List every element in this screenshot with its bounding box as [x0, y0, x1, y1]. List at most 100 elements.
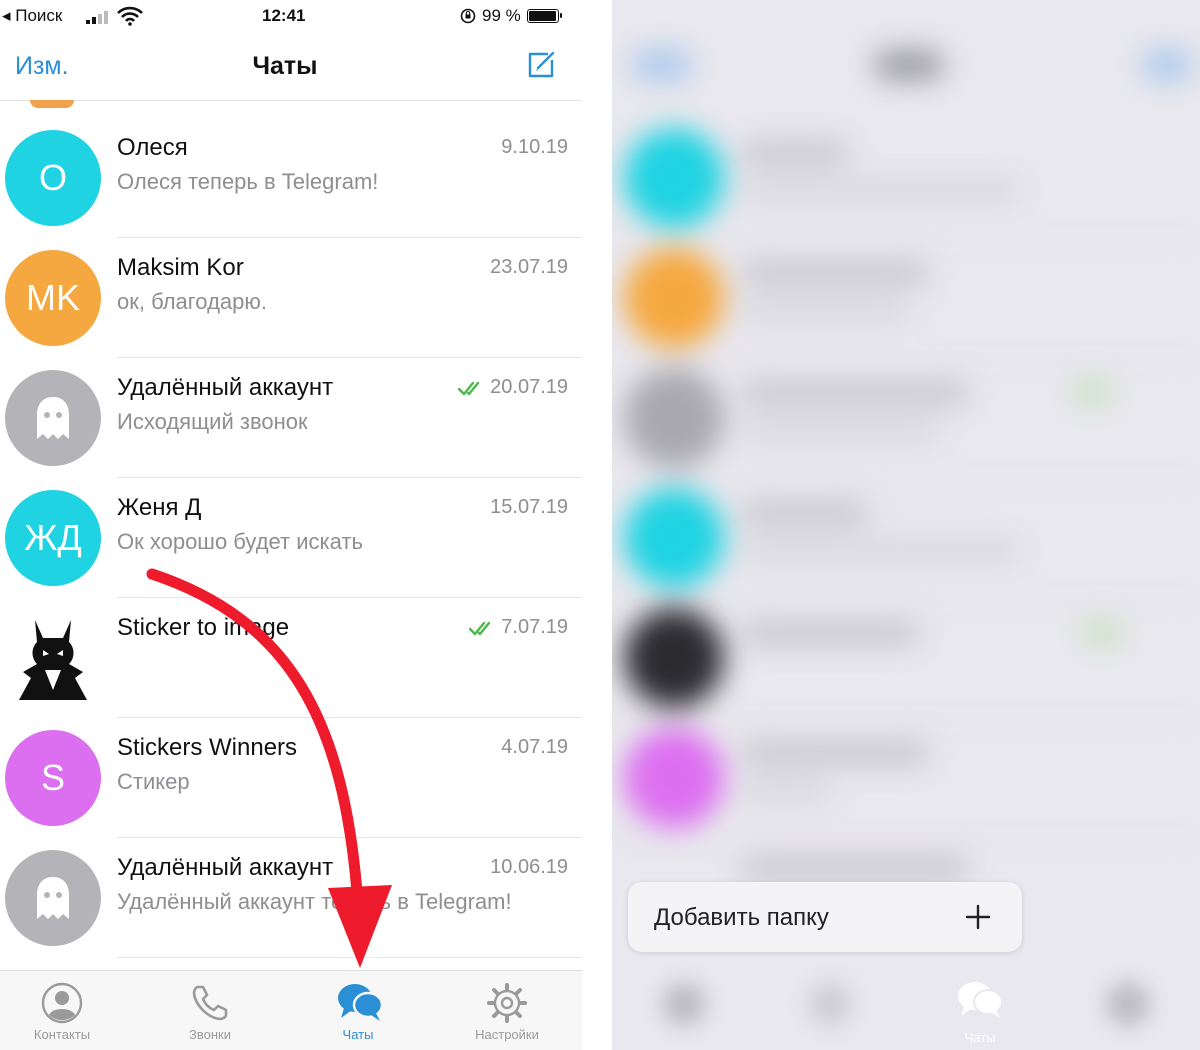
- blurred-separator: [612, 358, 1200, 360]
- blurred-separator: [612, 478, 1200, 480]
- blurred-compose: [1142, 50, 1192, 80]
- blurred-name: [740, 740, 930, 766]
- add-folder-menu[interactable]: Добавить папку: [628, 882, 1022, 952]
- status-right: 99 %: [460, 6, 562, 26]
- chat-bubbles-icon: [336, 981, 384, 1025]
- chat-name: Maksim Kor: [117, 254, 244, 281]
- battery-icon: [526, 9, 562, 23]
- chat-row[interactable]: S Stickers Winners Стикер 4.07.19: [0, 718, 582, 838]
- battery-fill: [528, 11, 557, 21]
- navigation-bar: Изм. Чаты: [0, 34, 582, 101]
- blurred-name: [740, 620, 920, 646]
- chat-preview: Исходящий звонок: [117, 409, 308, 434]
- tab-label: Чаты: [342, 1027, 374, 1042]
- page-title: Чаты: [252, 52, 318, 80]
- panel-divider: [582, 0, 612, 1050]
- double-check-icon: [458, 380, 484, 396]
- blurred-avatar: [624, 248, 724, 348]
- person-icon: [40, 981, 84, 1025]
- orientation-lock-icon: [460, 8, 476, 24]
- right-phone-screen: Добавить папку Чаты: [612, 0, 1200, 1050]
- chat-date: 20.07.19: [458, 376, 568, 399]
- chat-preview: Ок хорошо будет искать: [117, 529, 363, 554]
- chat-date: 4.07.19: [501, 736, 568, 759]
- left-phone-screen: ◂ Поиск 12:41 99 % Изм. Чаты О Олеся Оле…: [0, 0, 582, 1050]
- avatar-initials: ЖД: [24, 517, 82, 558]
- row-separator: [117, 957, 582, 958]
- tab-label: Настройки: [475, 1027, 539, 1042]
- chat-date-text: 9.10.19: [501, 136, 568, 158]
- blurred-separator: [612, 238, 1200, 240]
- chat-row[interactable]: Sticker to image 7.07.19: [0, 598, 582, 718]
- tab-label: Звонки: [189, 1027, 231, 1042]
- avatar: [5, 370, 101, 466]
- tab-calls[interactable]: Звонки: [150, 981, 270, 1042]
- chat-preview: Удалённый аккаунт теперь в Telegram!: [117, 889, 512, 914]
- chat-row[interactable]: ЖД Женя Д Ок хорошо будет искать 15.07.19: [0, 478, 582, 598]
- tab-label: Контакты: [33, 1027, 91, 1042]
- double-check-icon: [469, 620, 495, 636]
- avatar-initials: S: [40, 757, 65, 798]
- blurred-avatar: [624, 368, 724, 468]
- blurred-separator: [612, 598, 1200, 600]
- signal-icon: [86, 11, 108, 24]
- chat-bubbles-icon[interactable]: [956, 978, 1004, 1022]
- chat-date-text: 4.07.19: [501, 736, 568, 758]
- chat-row[interactable]: О Олеся Олеся теперь в Telegram! 9.10.19: [0, 118, 582, 238]
- gear-icon: [485, 981, 529, 1025]
- blurred-preview: [740, 420, 940, 440]
- blurred-avatar: [624, 728, 724, 828]
- chat-date: 10.06.19: [490, 856, 568, 879]
- plus-icon: [965, 904, 991, 930]
- chat-date: 15.07.19: [490, 496, 568, 519]
- chat-date-text: 23.07.19: [490, 256, 568, 278]
- chat-list: О Олеся Олеся теперь в Telegram! 9.10.19 MK M…: [0, 118, 582, 958]
- blurred-name: [740, 260, 930, 286]
- blurred-preview: [740, 540, 1020, 560]
- avatar: О: [5, 130, 101, 226]
- chat-preview: ок, благодарю.: [117, 289, 267, 314]
- blurred-name: [740, 140, 850, 166]
- blurred-preview: [740, 300, 910, 320]
- chat-date: 23.07.19: [490, 256, 568, 279]
- blurred-tab-icons: [612, 970, 1200, 1050]
- right-tab-bar: Чаты: [612, 970, 1200, 1050]
- compose-icon[interactable]: [524, 48, 558, 82]
- chat-date: 7.07.19: [469, 616, 568, 639]
- chat-date: 9.10.19: [501, 136, 568, 159]
- tab-settings[interactable]: Настройки: [447, 981, 567, 1042]
- chat-row[interactable]: MK Maksim Kor ок, благодарю. 23.07.19: [0, 238, 582, 358]
- blurred-preview: [740, 780, 830, 800]
- blurred-title: [874, 50, 944, 80]
- chat-name: Женя Д: [117, 494, 202, 521]
- blurred-avatar: [624, 128, 724, 228]
- status-back-link[interactable]: ◂ Поиск: [2, 6, 62, 26]
- devil-icon: [13, 612, 93, 704]
- wifi-icon: [117, 6, 143, 26]
- blurred-separator: [612, 718, 1200, 720]
- battery-percent: 99 %: [482, 6, 521, 25]
- ghost-icon: [30, 393, 76, 443]
- partial-avatar: [30, 100, 74, 108]
- chat-name: Удалённый аккаунт: [117, 854, 334, 881]
- tab-chats[interactable]: Чаты: [298, 981, 418, 1042]
- chat-preview: Стикер: [117, 769, 190, 794]
- blurred-name: [740, 855, 970, 881]
- blurred-edit: [632, 50, 692, 80]
- blurred-name: [740, 500, 870, 526]
- chat-date-text: 10.06.19: [490, 856, 568, 878]
- ghost-icon: [30, 873, 76, 923]
- chat-row[interactable]: Удалённый аккаунт Исходящий звонок 20.07.1…: [0, 358, 582, 478]
- blurred-avatar: [624, 488, 724, 588]
- chat-row[interactable]: Удалённый аккаунт Удалённый аккаунт тепер…: [0, 838, 582, 958]
- tab-contacts[interactable]: Контакты: [2, 981, 122, 1042]
- tab-bar: Контакты Звонки Чаты Настройки: [0, 970, 582, 1050]
- blurred-name: [740, 380, 970, 406]
- phone-icon: [188, 981, 232, 1025]
- avatar: ЖД: [5, 490, 101, 586]
- chat-date-text: 15.07.19: [490, 496, 568, 518]
- chat-date-text: 20.07.19: [490, 376, 568, 398]
- avatar: S: [5, 730, 101, 826]
- right-tab-label: Чаты: [964, 1030, 996, 1045]
- blurred-separator: [612, 838, 1200, 840]
